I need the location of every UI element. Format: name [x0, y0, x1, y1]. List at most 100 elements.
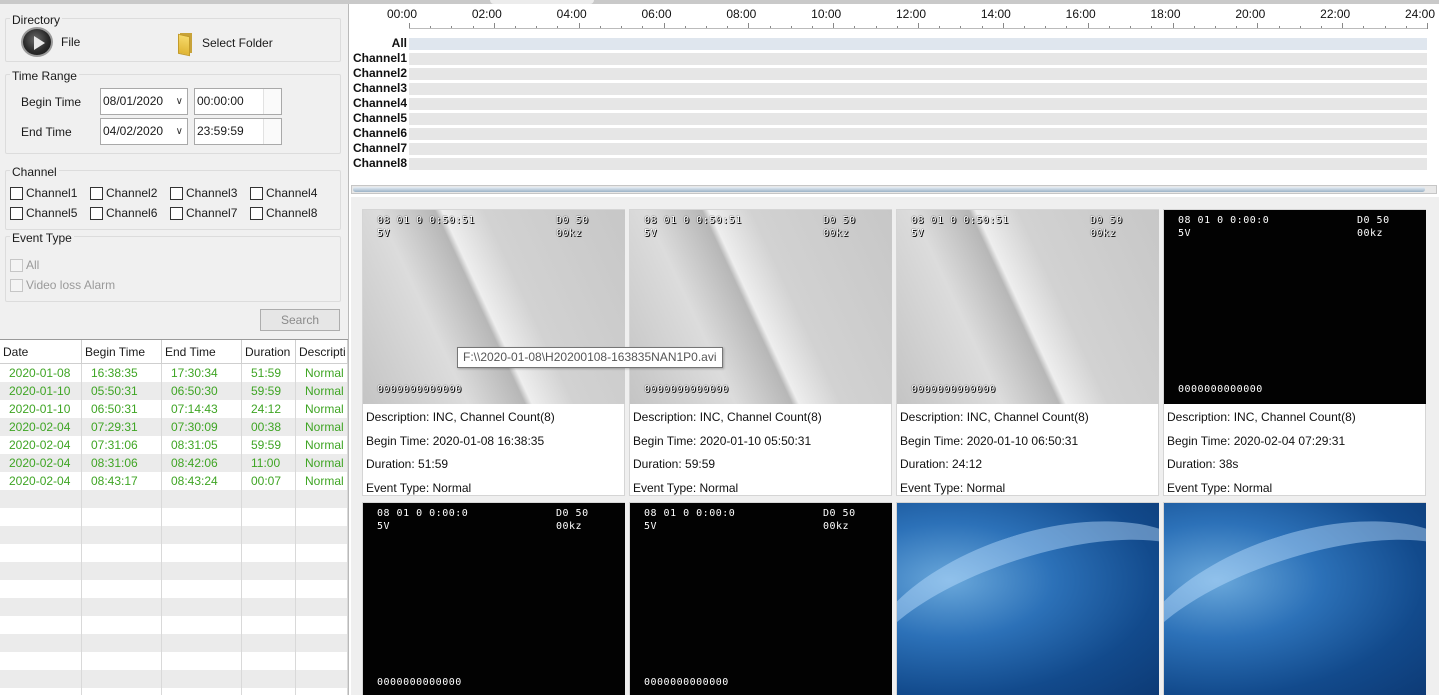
axis-line — [409, 28, 1427, 29]
osd-rate: 00kz — [823, 521, 850, 532]
checkbox-box — [250, 206, 263, 220]
table-row-empty — [0, 688, 348, 695]
recording-card[interactable]: 08 01 0 0:00:0 5V D0 50 00kz 00000000000… — [629, 502, 892, 695]
timeline-bar-channel5[interactable] — [409, 113, 1427, 125]
channel-title: Channel — [10, 165, 59, 179]
scrollbar-thumb[interactable] — [353, 187, 1425, 192]
table-row-empty — [0, 634, 348, 652]
cell-date: 2020-01-10 — [0, 382, 82, 400]
osd-info: D0 50 — [1357, 215, 1390, 226]
video-loss-alarm-checkbox[interactable]: Video loss Alarm — [10, 278, 115, 292]
recording-card[interactable]: 08 01 0 0:50:51 5V D0 50 00kz 0000000000… — [896, 209, 1159, 496]
table-row[interactable]: 2020-02-04 07:29:31 07:30:09 00:38 Normal — [0, 418, 348, 436]
channel7-label: Channel7 — [186, 206, 238, 220]
event-all-checkbox[interactable]: All — [10, 258, 39, 272]
column-description[interactable]: Descripti — [296, 340, 348, 364]
begin-date-picker[interactable]: 08/01/2020 ∨ — [100, 88, 188, 115]
recording-card[interactable] — [1163, 502, 1426, 695]
channel6-label: Channel6 — [106, 206, 158, 220]
channel7-checkbox[interactable]: Channel7 — [170, 206, 237, 220]
osd-channel: 5V — [911, 228, 925, 239]
timeline-bar-all[interactable] — [409, 38, 1427, 50]
directory-title: Directory — [10, 13, 63, 27]
select-folder-button[interactable]: Select Folder — [178, 31, 273, 57]
cell-duration: 59:59 — [242, 382, 296, 400]
checkbox-box — [170, 186, 183, 200]
timeline-bar-channel6[interactable] — [409, 128, 1427, 140]
table-row[interactable]: 2020-01-10 05:50:31 06:50:30 59:59 Normal — [0, 382, 348, 400]
column-date[interactable]: Date — [0, 340, 82, 364]
event-type-group: Event Type All Video loss Alarm — [5, 231, 341, 302]
end-time-input[interactable]: 23:59:59 — [194, 118, 282, 145]
checkbox-box — [10, 186, 23, 200]
card-description: Description: INC, Channel Count(8) — [366, 410, 555, 424]
recording-card[interactable] — [896, 502, 1159, 695]
card-event-type: Event Type: Normal — [1167, 480, 1273, 495]
cell-description: Normal — [296, 364, 348, 382]
osd-timestamp: 08 01 0 0:00:0 — [1178, 215, 1270, 226]
hour-tick — [1427, 23, 1428, 29]
osd-timestamp: 08 01 0 0:50:51 — [644, 215, 742, 226]
end-date-value: 04/02/2020 — [103, 124, 164, 138]
channel3-checkbox[interactable]: Channel3 — [170, 186, 237, 200]
chevron-down-icon: ∨ — [175, 96, 183, 107]
cell-end-time: 08:43:24 — [162, 472, 242, 490]
column-end-time[interactable]: End Time — [162, 340, 242, 364]
channel4-checkbox[interactable]: Channel4 — [250, 186, 317, 200]
channel-group: Channel Channel1 Channel2 Channel3 Chann… — [5, 165, 341, 230]
channel8-checkbox[interactable]: Channel8 — [250, 206, 317, 220]
timeline[interactable]: 00:00 02:00 04:00 06:00 08:00 10:00 12:00 14:00… — [351, 4, 1439, 196]
recording-card[interactable]: 08 01 0 0:00:0 5V D0 50 00kz 00000000000… — [1163, 209, 1426, 496]
thumbnail-gallery: 08 01 0 0:50:51 5V D0 50 00kz 0000000000… — [351, 197, 1439, 695]
osd-channel: 5V — [644, 228, 658, 239]
video-thumbnail: 08 01 0 0:00:0 5V D0 50 00kz 00000000000… — [1164, 210, 1426, 404]
table-row[interactable]: 2020-02-04 07:31:06 08:31:05 59:59 Normal — [0, 436, 348, 454]
table-row-empty — [0, 652, 348, 670]
table-row-empty — [0, 526, 348, 544]
channel5-checkbox[interactable]: Channel5 — [10, 206, 77, 220]
column-begin-time[interactable]: Begin Time — [82, 340, 162, 364]
osd-info: D0 50 — [823, 508, 856, 519]
channel6-checkbox[interactable]: Channel6 — [90, 206, 157, 220]
channel1-label: Channel1 — [26, 186, 78, 200]
video-thumbnail: 08 01 0 0:50:51 5V D0 50 00kz 0000000000… — [363, 210, 625, 404]
osd-channel: 5V — [377, 228, 391, 239]
file-button[interactable]: File — [21, 27, 80, 57]
video-thumbnail: 08 01 0 0:00:0 5V D0 50 00kz 00000000000… — [363, 503, 625, 695]
hour-tick-label: 04:00 — [556, 7, 587, 21]
timeline-bar-channel3[interactable] — [409, 83, 1427, 95]
timeline-bar-channel7[interactable] — [409, 143, 1427, 155]
hour-tick-label: 24:00 — [1404, 7, 1436, 21]
results-table: Date Begin Time End Time Duration Descri… — [0, 339, 348, 695]
cell-begin-time: 05:50:31 — [82, 382, 162, 400]
directory-group: Directory File Select Folder — [5, 13, 341, 62]
channel1-checkbox[interactable]: Channel1 — [10, 186, 77, 200]
table-row[interactable]: 2020-02-04 08:43:17 08:43:24 00:07 Normal — [0, 472, 348, 490]
osd-rate: 00kz — [556, 521, 583, 532]
table-row[interactable]: 2020-01-10 06:50:31 07:14:43 24:12 Normal — [0, 400, 348, 418]
cell-duration: 59:59 — [242, 436, 296, 454]
osd-footer: 0000000000000 — [377, 677, 462, 688]
timeline-scrollbar[interactable] — [351, 185, 1437, 194]
table-row[interactable]: 2020-02-04 08:31:06 08:42:06 11:00 Normal — [0, 454, 348, 472]
table-row[interactable]: 2020-01-08 16:38:35 17:30:34 51:59 Normal — [0, 364, 348, 382]
timeline-bar-channel8[interactable] — [409, 158, 1427, 170]
end-date-picker[interactable]: 04/02/2020 ∨ — [100, 118, 188, 145]
cell-duration: 00:07 — [242, 472, 296, 490]
spinner[interactable] — [263, 89, 281, 114]
cell-begin-time: 07:31:06 — [82, 436, 162, 454]
spinner[interactable] — [263, 119, 281, 144]
recording-card[interactable]: 08 01 0 0:00:0 5V D0 50 00kz 00000000000… — [362, 502, 625, 695]
hour-tick-label: 08:00 — [726, 7, 757, 21]
channel5-label: Channel5 — [26, 206, 78, 220]
timeline-bar-channel1[interactable] — [409, 53, 1427, 65]
timeline-bar-channel2[interactable] — [409, 68, 1427, 80]
column-duration[interactable]: Duration — [242, 340, 296, 364]
cell-description: Normal — [296, 472, 348, 490]
channel2-checkbox[interactable]: Channel2 — [90, 186, 157, 200]
search-button[interactable]: Search — [260, 309, 340, 331]
timeline-bar-channel4[interactable] — [409, 98, 1427, 110]
osd-timestamp: 08 01 0 0:00:0 — [644, 508, 736, 519]
cell-date: 2020-02-04 — [0, 472, 82, 490]
begin-time-input[interactable]: 00:00:00 — [194, 88, 282, 115]
